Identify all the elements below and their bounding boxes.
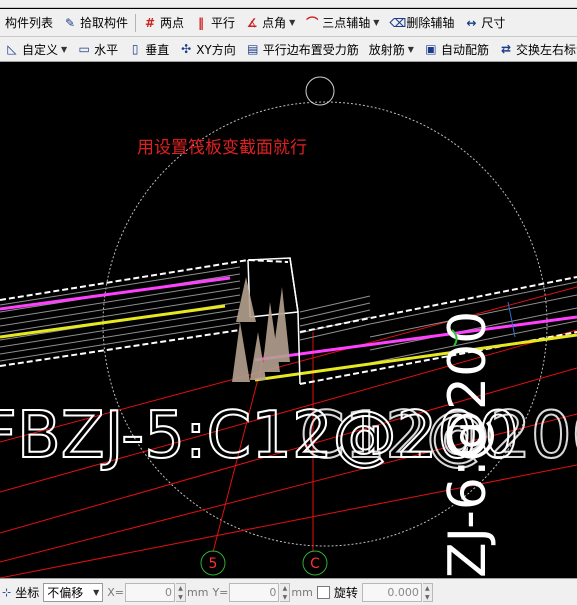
toolbar-divider bbox=[135, 13, 137, 32]
vertical-button[interactable]: ▯ 垂直 bbox=[123, 37, 174, 61]
y-unit: mm bbox=[291, 585, 313, 599]
chevron-down-icon: ▼ bbox=[93, 587, 100, 597]
offset-mode-value: 不偏移 bbox=[47, 585, 84, 600]
toolbar-rebar: ◺ 自定义 ▼ ▭ 水平 ▯ 垂直 ✣ XY方向 ▤ 平行边布置受力筋 放射筋 … bbox=[0, 37, 577, 62]
offset-mode-select[interactable]: 不偏移 ▼ bbox=[43, 582, 104, 602]
eraser-icon: ⌫ bbox=[389, 15, 407, 30]
three-point-axis-button[interactable]: ⌒ 三点辅轴 ▼ bbox=[300, 9, 384, 36]
dimension-label: 尺寸 bbox=[481, 16, 506, 30]
auto-rebar-icon: ▣ bbox=[425, 42, 437, 56]
x-input[interactable]: 0 bbox=[125, 582, 175, 602]
axis-label-5: 5 bbox=[209, 556, 218, 572]
magenta-rebar bbox=[0, 276, 231, 311]
two-points-button[interactable]: # 两点 bbox=[138, 9, 189, 36]
point-angle-button[interactable]: ∡ 点角 ▼ bbox=[240, 9, 300, 36]
pick-component-label: 拾取构件 bbox=[80, 16, 129, 30]
y-label: Y= bbox=[212, 585, 229, 599]
three-point-axis-label: 三点辅轴 bbox=[322, 16, 371, 30]
clipped-toolbar bbox=[0, 0, 577, 8]
parallel-edge-rebar-label: 平行边布置受力筋 bbox=[262, 42, 359, 57]
vertical-icon: ▯ bbox=[131, 42, 139, 56]
radial-rebar-label: 放射筋 bbox=[368, 42, 405, 57]
x-field: X= 0 ▲ ▼ mm bbox=[107, 582, 209, 602]
status-bar: ⊹ 坐标 不偏移 ▼ X= 0 ▲ ▼ mm Y= 0 ▲ ▼ mm 旋转 0.00… bbox=[0, 578, 577, 605]
custom-shape-icon: ◺ bbox=[7, 42, 17, 56]
parallel-edge-rebar-button[interactable]: ▤ 平行边布置受力筋 bbox=[241, 37, 364, 61]
x-unit: mm bbox=[187, 585, 209, 599]
delete-axis-button[interactable]: ⌫ 删除辅轴 bbox=[384, 9, 459, 36]
radial-rebar-button[interactable]: 放射筋 ▼ bbox=[364, 37, 419, 61]
rotate-field: 0.000 ▲ ▼ bbox=[361, 582, 433, 602]
chevron-down-icon[interactable]: ▼ bbox=[408, 45, 414, 54]
x-label: X= bbox=[107, 585, 124, 599]
blue-mark bbox=[507, 301, 516, 338]
xy-direction-label: XY方向 bbox=[196, 42, 236, 57]
dimension-button[interactable]: ↔ 尺寸 bbox=[459, 9, 510, 36]
chevron-down-icon[interactable]: ▼ bbox=[289, 18, 295, 27]
rotate-label: 旋转 bbox=[333, 585, 358, 600]
coordinate-icon: ⊹ bbox=[2, 585, 12, 599]
chevron-down-icon[interactable]: ▼ bbox=[61, 45, 67, 54]
y-input[interactable]: 0 bbox=[229, 582, 280, 602]
toolbar-draw: 构件列表 ✎ 拾取构件 # 两点 ‖ 平行 ∡ 点角 ▼ ⌒ 三点辅轴 ▼ ⌫ … bbox=[0, 9, 577, 37]
point-angle-icon: ∡ bbox=[246, 15, 258, 30]
three-point-axis-icon: ⌒ bbox=[306, 15, 319, 30]
drawing-canvas[interactable]: FBZJ-5:C12@200 C12@200 @200 ZJ-6:C 用设置筏板… bbox=[0, 62, 577, 578]
chevron-down-icon[interactable]: ▼ bbox=[373, 18, 379, 27]
y-field: Y= 0 ▲ ▼ mm bbox=[212, 582, 313, 602]
horizontal-label: 水平 bbox=[94, 42, 119, 57]
annotation-text: 用设置筏板变截面就行 bbox=[137, 138, 307, 158]
component-list-button[interactable]: 构件列表 bbox=[0, 9, 58, 36]
auto-rebar-label: 自动配筋 bbox=[440, 42, 489, 57]
component-list-label: 构件列表 bbox=[5, 16, 54, 30]
xy-direction-button[interactable]: ✣ XY方向 bbox=[174, 37, 241, 61]
rotate-input[interactable]: 0.000 bbox=[361, 582, 422, 602]
y-spinner[interactable]: ▲ ▼ bbox=[280, 582, 291, 602]
two-points-label: 两点 bbox=[160, 16, 185, 30]
custom-button[interactable]: ◺ 自定义 ▼ bbox=[0, 37, 72, 61]
two-points-icon: # bbox=[145, 15, 156, 30]
dimension-icon: ↔ bbox=[466, 15, 477, 30]
parallel-icon: ‖ bbox=[198, 15, 205, 30]
axis-label-c: C bbox=[310, 556, 320, 572]
swap-left-right-button[interactable]: ⇄ 交换左右标注 bbox=[494, 37, 577, 61]
canvas-drawing: FBZJ-5:C12@200 C12@200 @200 ZJ-6:C 用设置筏板… bbox=[0, 76, 577, 578]
eyedropper-icon: ✎ bbox=[64, 15, 76, 30]
swap-left-right-label: 交换左右标注 bbox=[515, 42, 577, 57]
yellow-rebar bbox=[0, 304, 226, 339]
custom-label: 自定义 bbox=[22, 42, 59, 57]
parallel-label: 平行 bbox=[211, 16, 236, 30]
xy-direction-icon: ✣ bbox=[181, 42, 192, 56]
point-angle-label: 点角 bbox=[262, 16, 287, 30]
yellow-rebar-right bbox=[254, 333, 577, 382]
x-spinner[interactable]: ▲ ▼ bbox=[176, 582, 186, 602]
vertical-label: 垂直 bbox=[145, 42, 170, 57]
parallel-button[interactable]: ‖ 平行 bbox=[189, 9, 240, 36]
grip-circle bbox=[305, 76, 335, 106]
parallel-edge-icon: ▤ bbox=[247, 42, 259, 56]
rotate-spinner[interactable]: ▲ ▼ bbox=[422, 582, 433, 602]
delete-axis-label: 删除辅轴 bbox=[406, 16, 455, 30]
horizontal-icon: ▭ bbox=[78, 42, 90, 56]
rotate-checkbox[interactable] bbox=[316, 585, 330, 599]
swap-icon: ⇄ bbox=[500, 42, 511, 56]
coord-label: 坐标 bbox=[15, 585, 40, 600]
horizontal-button[interactable]: ▭ 水平 bbox=[72, 37, 123, 61]
rebar-label-vertical-bottom: ZJ-6:C bbox=[438, 423, 498, 578]
pick-component-button[interactable]: ✎ 拾取构件 bbox=[58, 9, 133, 36]
auto-rebar-button[interactable]: ▣ 自动配筋 bbox=[419, 37, 494, 61]
